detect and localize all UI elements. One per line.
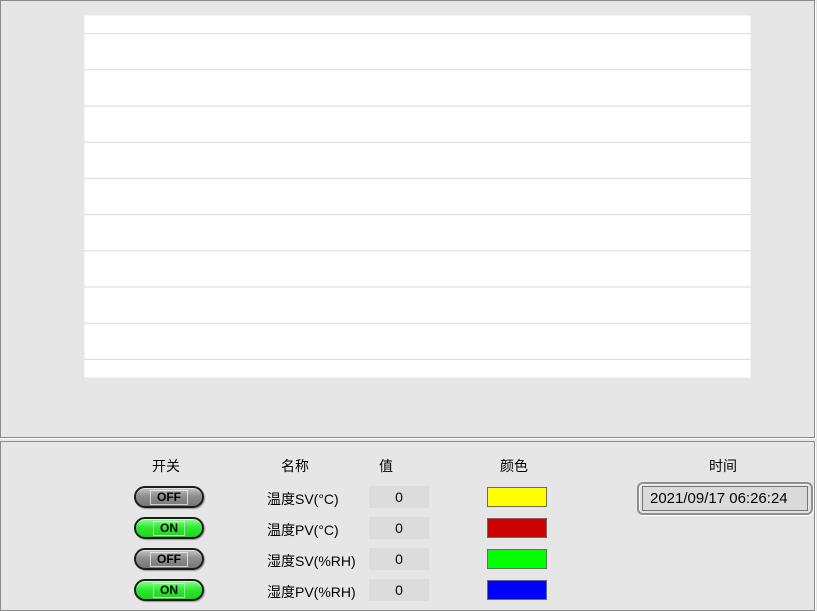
channel-name-temp-pv: 温度PV(°C)	[267, 520, 339, 540]
trend-chart-panel	[0, 0, 815, 438]
header-switch: 开关	[152, 456, 180, 476]
channel-name-humid-pv: 湿度PV(%RH)	[267, 582, 356, 602]
header-value: 值	[379, 456, 393, 476]
header-color: 颜色	[500, 456, 528, 476]
channel-name-temp-sv: 温度SV(°C)	[267, 489, 339, 509]
hmi-trend-screen: { "chart_data": { "type": "line", "title…	[0, 0, 817, 599]
toggle-humid-sv[interactable]: OFF	[134, 548, 204, 570]
current-time-display: 2021/09/17 06:26:24	[637, 482, 813, 515]
trend-chart	[1, 1, 816, 437]
value-temp-sv: 0	[369, 486, 429, 508]
channel-control-panel: 开关 名称 值 颜色 时间 OFF 温度SV(°C) 0 ON 温度PV(°C)…	[0, 441, 815, 611]
toggle-humid-pv[interactable]: ON	[134, 579, 204, 601]
value-humid-sv: 0	[369, 548, 429, 570]
channel-name-humid-sv: 湿度SV(%RH)	[267, 551, 356, 571]
toggle-humid-sv-label: OFF	[150, 552, 188, 567]
toggle-temp-pv-label: ON	[153, 521, 185, 536]
color-swatch-temp-pv	[487, 518, 547, 538]
value-humid-pv: 0	[369, 579, 429, 601]
color-swatch-temp-sv	[487, 487, 547, 507]
toggle-temp-sv[interactable]: OFF	[134, 486, 204, 508]
header-name: 名称	[281, 456, 309, 476]
color-swatch-humid-sv	[487, 549, 547, 569]
toggle-humid-pv-label: ON	[153, 583, 185, 598]
current-time-value: 2021/09/17 06:26:24	[642, 486, 808, 511]
header-time: 时间	[709, 456, 737, 476]
toggle-temp-sv-label: OFF	[150, 490, 188, 505]
color-swatch-humid-pv	[487, 580, 547, 600]
value-temp-pv: 0	[369, 517, 429, 539]
toggle-temp-pv[interactable]: ON	[134, 517, 204, 539]
